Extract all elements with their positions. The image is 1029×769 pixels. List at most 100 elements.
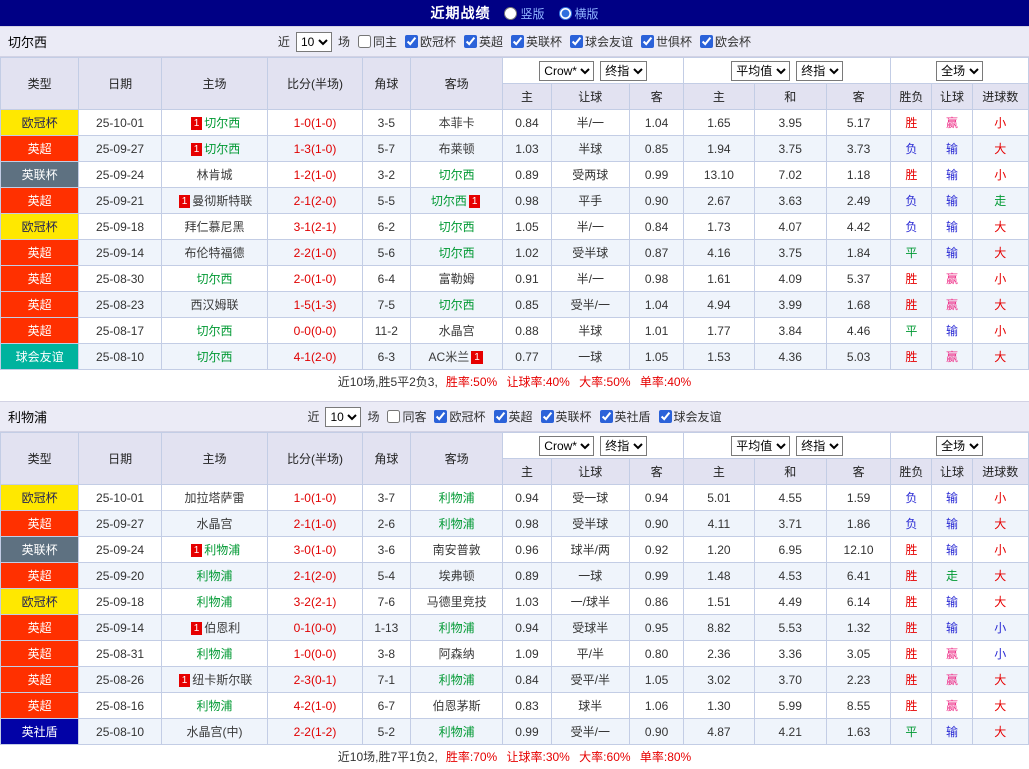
match-score[interactable]: 2-1(2-0) [267, 562, 363, 589]
venue-checkbox[interactable] [357, 35, 371, 48]
venue-filter[interactable]: 同客 [387, 408, 426, 425]
ah-source-select[interactable]: Crow* [539, 60, 595, 81]
venue-filter[interactable]: 同主 [357, 33, 397, 50]
away-team-link[interactable]: AC米兰 1 [429, 350, 485, 364]
away-team-link[interactable]: 利物浦 [439, 517, 475, 531]
league-checkbox[interactable] [434, 410, 448, 423]
away-team-link[interactable]: 伯恩茅斯 [433, 699, 481, 713]
away-team-link[interactable]: 埃弗顿 [439, 569, 475, 583]
match-score[interactable]: 2-2(1-2) [267, 718, 363, 745]
match-score[interactable]: 1-2(1-0) [267, 161, 363, 188]
league-checkbox[interactable] [463, 35, 477, 48]
league-filter[interactable]: 英联杯 [511, 33, 562, 50]
match-score[interactable]: 1-0(1-0) [267, 484, 363, 511]
away-team-link[interactable]: 马德里竞技 [427, 595, 487, 609]
home-team-link[interactable]: 1 纽卡斯尔联 [177, 673, 252, 687]
match-score[interactable]: 1-5(1-3) [267, 291, 363, 318]
home-team-link[interactable]: 利物浦 [197, 595, 233, 609]
league-filter[interactable]: 球会友谊 [570, 33, 633, 50]
recent-count-select[interactable]: 10 [295, 31, 332, 52]
away-team-link[interactable]: 切尔西 [439, 298, 475, 312]
away-team-link[interactable]: 南安普敦 [433, 543, 481, 557]
league-checkbox[interactable] [540, 410, 554, 423]
match-score[interactable]: 2-1(2-0) [267, 187, 363, 214]
league-checkbox[interactable] [404, 35, 418, 48]
league-checkbox[interactable] [570, 35, 584, 48]
match-score[interactable]: 2-2(1-0) [267, 239, 363, 266]
match-score[interactable]: 0-0(0-0) [267, 317, 363, 344]
eu-time-select[interactable]: 终指 [796, 435, 844, 456]
home-team-link[interactable]: 加拉塔萨雷 [185, 491, 245, 505]
mode-option-horizontal[interactable]: 横版 [558, 5, 599, 22]
league-checkbox[interactable] [641, 35, 655, 48]
away-team-link[interactable]: 本菲卡 [439, 116, 475, 130]
scope-select[interactable]: 全场 [936, 60, 984, 81]
match-score[interactable]: 4-2(1-0) [267, 692, 363, 719]
away-team-link[interactable]: 阿森纳 [439, 647, 475, 661]
home-team-link[interactable]: 切尔西 [197, 324, 233, 338]
mode-option-vertical[interactable]: 竖版 [504, 5, 545, 22]
league-filter[interactable]: 欧冠杯 [404, 33, 456, 50]
home-team-link[interactable]: 1 曼彻斯特联 [177, 194, 252, 208]
match-score[interactable]: 2-0(1-0) [267, 265, 363, 292]
league-filter[interactable]: 欧会杯 [700, 33, 751, 50]
match-score[interactable]: 1-0(0-0) [267, 640, 363, 667]
match-score[interactable]: 3-1(2-1) [267, 213, 363, 240]
match-score[interactable]: 2-3(0-1) [267, 666, 363, 693]
scope-select[interactable]: 全场 [936, 435, 984, 456]
venue-checkbox[interactable] [387, 410, 401, 423]
home-team-link[interactable]: 林肯城 [197, 168, 233, 182]
away-team-link[interactable]: 水晶宫 [439, 324, 475, 338]
eu-time-select[interactable]: 终指 [796, 60, 844, 81]
league-filter[interactable]: 世俱杯 [641, 33, 692, 50]
league-filter[interactable]: 英超 [493, 408, 533, 425]
home-team-link[interactable]: 1 切尔西 [189, 142, 240, 156]
home-team-link[interactable]: 布伦特福德 [185, 246, 245, 260]
match-score[interactable]: 3-0(1-0) [267, 536, 363, 563]
home-team-link[interactable]: 1 切尔西 [189, 116, 240, 130]
home-team-link[interactable]: 利物浦 [197, 647, 233, 661]
vertical-radio[interactable] [504, 6, 518, 20]
league-filter[interactable]: 欧冠杯 [434, 408, 486, 425]
league-filter[interactable]: 英超 [463, 33, 503, 50]
eu-source-select[interactable]: 平均值 [731, 60, 791, 81]
home-team-link[interactable]: 切尔西 [197, 272, 233, 286]
horizontal-radio[interactable] [558, 6, 572, 20]
away-team-link[interactable]: 利物浦 [439, 673, 475, 687]
ah-source-select[interactable]: Crow* [539, 435, 595, 456]
league-filter[interactable]: 英联杯 [540, 408, 592, 425]
away-team-link[interactable]: 切尔西 [439, 220, 475, 234]
league-filter[interactable]: 英社盾 [599, 408, 651, 425]
match-score[interactable]: 4-1(2-0) [267, 343, 363, 370]
league-checkbox[interactable] [658, 410, 672, 423]
league-checkbox[interactable] [700, 35, 714, 48]
league-checkbox[interactable] [599, 410, 613, 423]
home-team-link[interactable]: 切尔西 [197, 350, 233, 364]
away-team-link[interactable]: 利物浦 [439, 621, 475, 635]
home-team-link[interactable]: 利物浦 [197, 699, 233, 713]
league-checkbox[interactable] [493, 410, 507, 423]
home-team-link[interactable]: 1 伯恩利 [189, 621, 240, 635]
home-team-link[interactable]: 拜仁慕尼黑 [185, 220, 245, 234]
away-team-link[interactable]: 切尔西 [439, 246, 475, 260]
away-team-link[interactable]: 切尔西 [439, 168, 475, 182]
ah-time-select[interactable]: 终指 [600, 435, 648, 456]
home-team-link[interactable]: 水晶宫 [197, 517, 233, 531]
league-filter[interactable]: 球会友谊 [658, 408, 722, 425]
match-score[interactable]: 2-1(1-0) [267, 510, 363, 537]
away-team-link[interactable]: 切尔西 1 [431, 194, 483, 208]
eu-source-select[interactable]: 平均值 [731, 435, 791, 456]
match-score[interactable]: 3-2(2-1) [267, 588, 363, 615]
ah-time-select[interactable]: 终指 [600, 60, 648, 81]
match-score[interactable]: 1-3(1-0) [267, 135, 363, 162]
match-score[interactable]: 1-0(1-0) [267, 109, 363, 136]
match-score[interactable]: 0-1(0-0) [267, 614, 363, 641]
home-team-link[interactable]: 西汉姆联 [191, 298, 239, 312]
away-team-link[interactable]: 利物浦 [439, 491, 475, 505]
home-team-link[interactable]: 利物浦 [197, 569, 233, 583]
away-team-link[interactable]: 布莱顿 [439, 142, 475, 156]
recent-count-select[interactable]: 10 [325, 406, 362, 427]
away-team-link[interactable]: 富勒姆 [439, 272, 475, 286]
league-checkbox[interactable] [511, 35, 524, 48]
home-team-link[interactable]: 1 利物浦 [189, 543, 240, 557]
